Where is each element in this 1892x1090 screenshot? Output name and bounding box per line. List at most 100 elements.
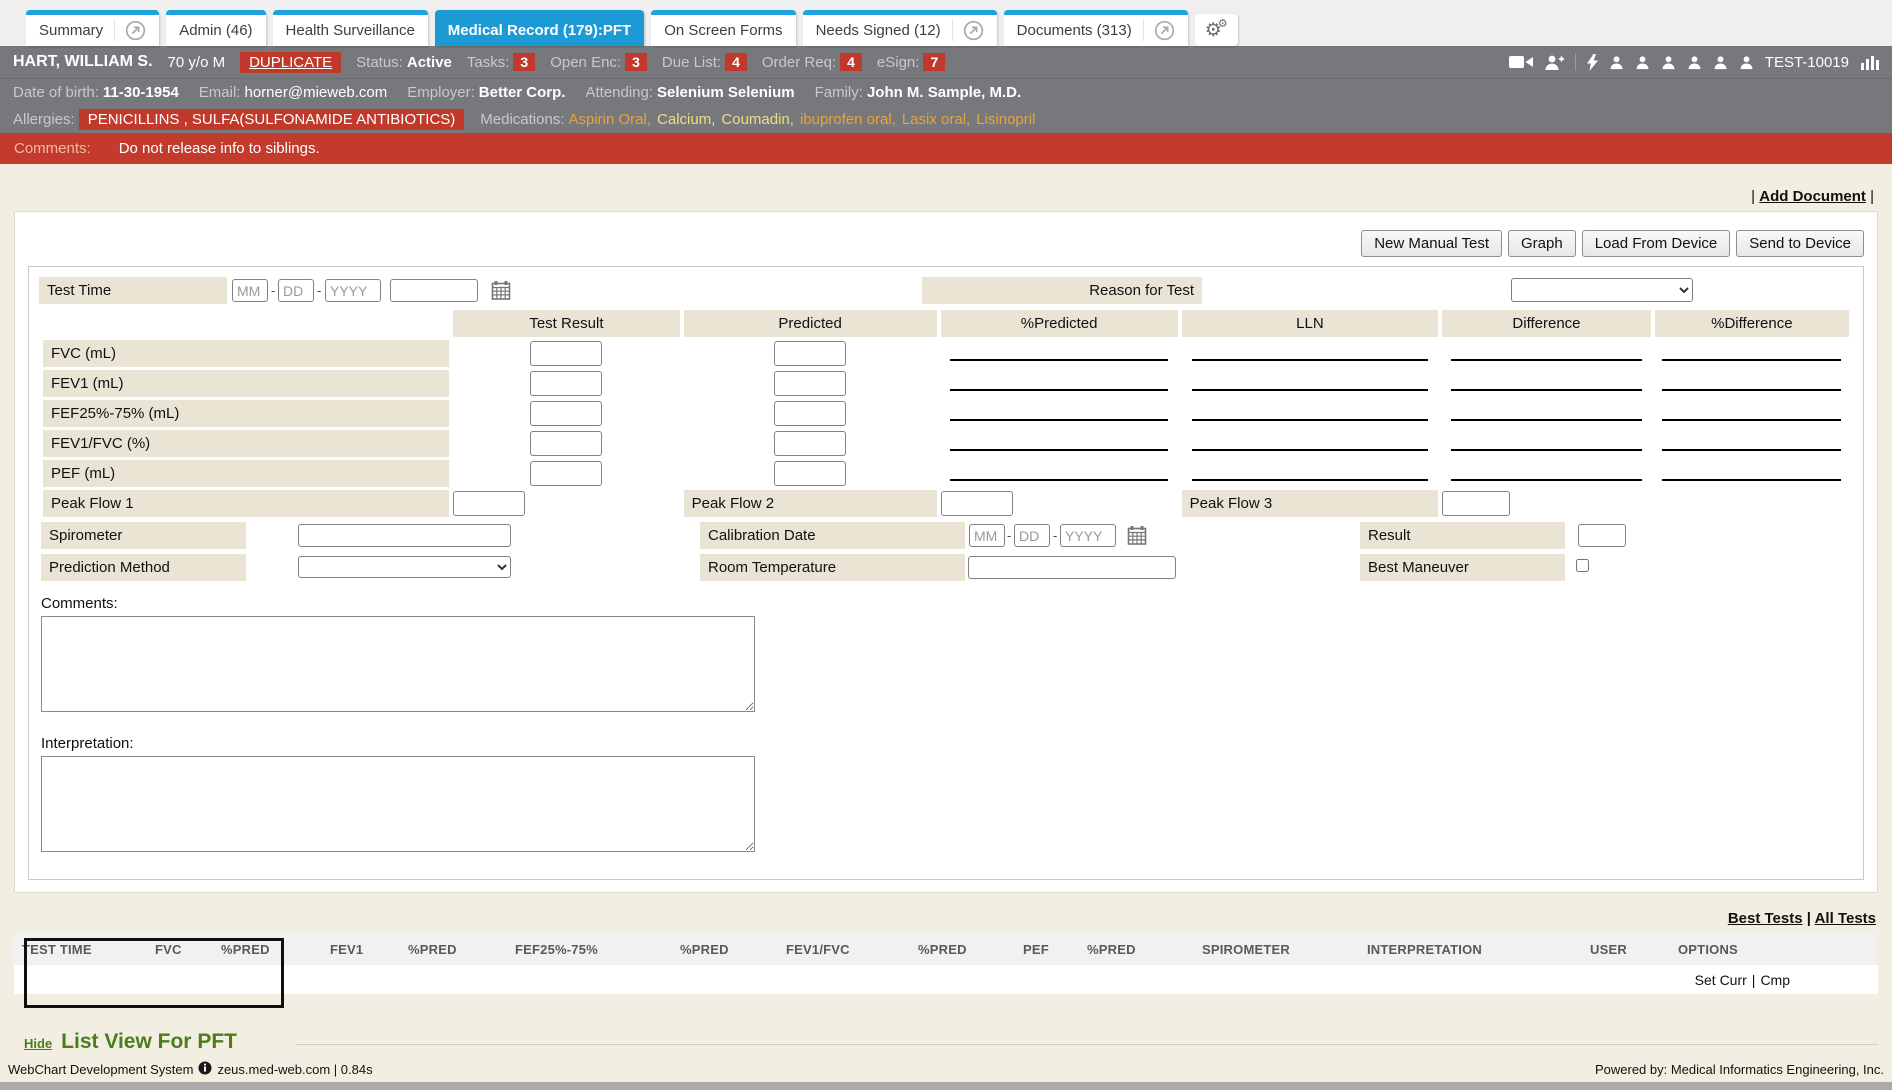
user-icon-2[interactable] [1635,55,1650,70]
comments-textarea[interactable] [41,616,755,712]
order-req-count-badge[interactable]: 4 [840,53,862,71]
col-lln: LLN [1182,310,1439,337]
user-icon-5[interactable] [1713,55,1728,70]
fev1-fvc-result-input[interactable] [530,431,602,456]
tab-needs-signed[interactable]: Needs Signed (12) [803,10,997,46]
allergies-badge: PENICILLINS , SULFA(SULFONAMIDE ANTIBIOT… [79,109,465,130]
open-external-icon[interactable] [1143,20,1175,41]
info-icon[interactable] [198,1061,212,1078]
test-time-row: Test Time - - Reason for Test [39,275,1853,307]
footer: WebChart Development System zeus.med-web… [0,1056,1892,1082]
due-list-count-badge[interactable]: 4 [725,53,747,71]
graph-button[interactable]: Graph [1508,230,1576,257]
res-col-user: USER [1590,934,1678,965]
blank-value-line [1451,376,1643,391]
blank-value-line [1662,406,1841,421]
tab-label: Summary [39,22,103,39]
pef-predicted-input[interactable] [774,461,846,486]
res-col-pred4: %PRED [918,934,1023,965]
fev1-fvc-predicted-input[interactable] [774,431,846,456]
result-input[interactable] [1578,524,1626,547]
blank-value-line [950,406,1168,421]
calibration-month-input[interactable] [969,524,1005,547]
res-col-pred1: %PRED [221,934,330,965]
test-time-day-input[interactable] [278,279,314,302]
best-maneuver-checkbox[interactable] [1576,559,1589,572]
spirometer-input[interactable] [298,524,511,547]
user-icon-4[interactable] [1687,55,1702,70]
interpretation-textarea[interactable] [41,756,755,852]
test-time-year-input[interactable] [325,279,381,302]
stats-chart-icon[interactable] [1860,54,1879,70]
allergies-label: Allergies: [13,111,75,128]
tab-label: On Screen Forms [664,22,782,39]
fef-result-input[interactable] [530,401,602,426]
tab-medical-record[interactable]: Medical Record (179):PFT [435,10,644,46]
patient-name: HART, WILLIAM S. [13,53,153,71]
open-external-icon[interactable] [114,20,146,41]
add-document-link[interactable]: Add Document [1759,188,1866,205]
fef-predicted-input[interactable] [774,401,846,426]
fev1-predicted-input[interactable] [774,371,846,396]
esign-count-badge[interactable]: 7 [923,53,945,71]
calendar-icon[interactable] [491,280,511,305]
test-time-time-input[interactable] [390,279,478,302]
reason-for-test-select[interactable] [1511,278,1693,302]
send-to-device-button[interactable]: Send to Device [1736,230,1864,257]
comments-text: Do not release info to siblings. [119,140,320,157]
row-label: PEF (mL) [43,460,449,487]
settings-gear-icon[interactable]: ⚙⚙ [1195,14,1238,46]
blank-value-line [1451,466,1643,481]
patient-header: HART, WILLIAM S. 70 y/o M DUPLICATE Stat… [0,46,1892,79]
set-curr-link[interactable]: Set Curr [1695,972,1747,988]
tab-documents[interactable]: Documents (313) [1004,10,1188,46]
blank-value-line [1451,406,1643,421]
attending-value: Selenium Selenium [657,84,795,101]
test-time-month-input[interactable] [232,279,268,302]
peak-flow-3-input[interactable] [1442,491,1510,516]
tests-filter-links: Best Tests | All Tests [14,893,1878,934]
tab-on-screen-forms[interactable]: On Screen Forms [651,10,795,46]
all-tests-link[interactable]: All Tests [1815,910,1876,927]
duplicate-flag[interactable]: DUPLICATE [240,52,341,73]
video-camera-icon[interactable] [1509,54,1533,70]
res-col-fvc: FVC [155,934,221,965]
peak-flow-2-input[interactable] [941,491,1013,516]
res-col-fev1: FEV1 [330,934,408,965]
open-enc-count-badge[interactable]: 3 [625,53,647,71]
add-person-icon[interactable] [1544,54,1564,71]
tab-health-surveillance[interactable]: Health Surveillance [273,10,428,46]
calibration-day-input[interactable] [1014,524,1050,547]
user-icon-1[interactable] [1609,55,1624,70]
res-col-fev1fvc: FEV1/FVC [786,934,918,965]
list-view-title: List View For PFT [61,1030,237,1054]
res-col-spirometer: SPIROMETER [1202,934,1367,965]
hide-list-view-link[interactable]: Hide [24,1036,52,1051]
load-from-device-button[interactable]: Load From Device [1582,230,1731,257]
fev1-result-input[interactable] [530,371,602,396]
tasks-count-badge[interactable]: 3 [513,53,535,71]
fvc-result-input[interactable] [530,341,602,366]
calendar-icon[interactable] [1127,525,1147,550]
tab-summary[interactable]: Summary [26,10,159,46]
pft-toolbar: New Manual Test Graph Load From Device S… [28,230,1864,257]
tab-label: Needs Signed (12) [816,22,941,39]
user-icon-3[interactable] [1661,55,1676,70]
fvc-predicted-input[interactable] [774,341,846,366]
peak-flow-1-input[interactable] [453,491,525,516]
new-manual-test-button[interactable]: New Manual Test [1361,230,1502,257]
prediction-method-select[interactable] [298,556,511,578]
room-temperature-input[interactable] [968,556,1176,579]
attending-label: Attending: [585,84,653,101]
col-difference: Difference [1442,310,1650,337]
open-external-icon[interactable] [952,20,984,41]
results-row-actions: Set Curr | Cmp [14,965,1878,994]
user-icon-6[interactable] [1739,55,1754,70]
pef-result-input[interactable] [530,461,602,486]
blank-value-line [1192,436,1428,451]
tab-admin[interactable]: Admin (46) [166,10,265,46]
lightning-icon[interactable] [1587,54,1598,71]
best-tests-link[interactable]: Best Tests [1728,910,1803,927]
calibration-year-input[interactable] [1060,524,1116,547]
cmp-link[interactable]: Cmp [1760,972,1790,988]
